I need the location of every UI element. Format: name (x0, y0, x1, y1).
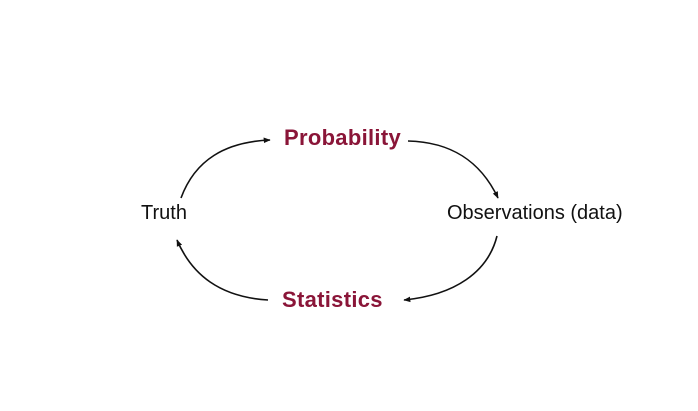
node-truth: Truth (141, 202, 187, 224)
arrow-probability-to-observations (407, 140, 499, 199)
arrow-truth-to-probability (180, 137, 271, 199)
edge-label-statistics: Statistics (282, 287, 383, 312)
arrow-observations-to-statistics (403, 235, 498, 303)
edge-label-probability: Probability (284, 125, 401, 150)
node-observations: Observations (data) (447, 202, 623, 224)
arrow-statistics-to-truth (176, 239, 269, 301)
diagram-canvas: Truth Observations (data) Probability St… (0, 0, 698, 411)
